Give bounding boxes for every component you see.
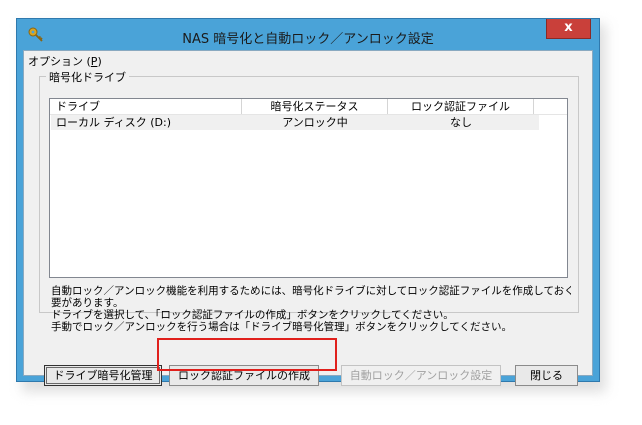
cell-auth-file: なし [450,116,472,129]
title-bar[interactable]: NAS 暗号化と自動ロック／アンロック設定 x [17,19,599,52]
info-line: ドライブを選択して、「ロック認証ファイルの作成」ボタンをクリックしてください。 [51,309,454,321]
encrypted-drive-group: 暗号化ドライブ ドライブ 暗号化ステータス ロック認証ファイル ローカル ディス… [39,69,579,333]
auto-lock-unlock-settings-button: 自動ロック／アンロック設定 [341,365,501,386]
group-title: 暗号化ドライブ [46,69,129,85]
menu-options-suffix: ) [97,55,102,68]
column-header-drive[interactable]: ドライブ [50,99,242,114]
info-line: 自動ロック／アンロック機能を利用するためには、暗号化ドライブに対してロック認証フ… [51,285,571,297]
drive-encryption-management-button[interactable]: ドライブ暗号化管理 [44,365,162,386]
close-button[interactable]: 閉じる [515,365,578,386]
window-title: NAS 暗号化と自動ロック／アンロック設定 [182,32,434,47]
info-line: 要があります。 [51,297,124,309]
menu-options[interactable]: オプション (P) [28,55,102,68]
list-header: ドライブ 暗号化ステータス ロック認証ファイル [50,99,567,115]
info-text: 自動ロック／アンロック機能を利用するためには、暗号化ドライブに対してロック認証フ… [51,285,571,333]
menu-bar: オプション (P) [28,53,102,69]
dialog-client-area: オプション (P) 暗号化ドライブ ドライブ 暗号化ステータス ロック認証ファイ… [23,50,593,386]
drive-list[interactable]: ドライブ 暗号化ステータス ロック認証ファイル ローカル ディスク (D:) ア… [49,98,568,278]
menu-options-prefix: オプション ( [28,55,91,68]
close-window-button[interactable]: x [546,19,591,39]
column-header-auth-file[interactable]: ロック認証ファイル [388,99,534,114]
cell-drive: ローカル ディスク (D:) [56,116,171,129]
info-line: 手動でロック／アンロックを行う場合は「ドライブ暗号化管理」ボタンをクリックしてく… [51,321,512,333]
column-header-status[interactable]: 暗号化ステータス [242,99,388,114]
cell-status: アンロック中 [282,116,348,129]
create-lock-auth-file-button[interactable]: ロック認証ファイルの作成 [169,365,319,386]
table-row[interactable]: ローカル ディスク (D:) アンロック中 なし [51,115,539,130]
dialog-window: NAS 暗号化と自動ロック／アンロック設定 x オプション (P) 暗号化ドライ… [16,18,600,386]
